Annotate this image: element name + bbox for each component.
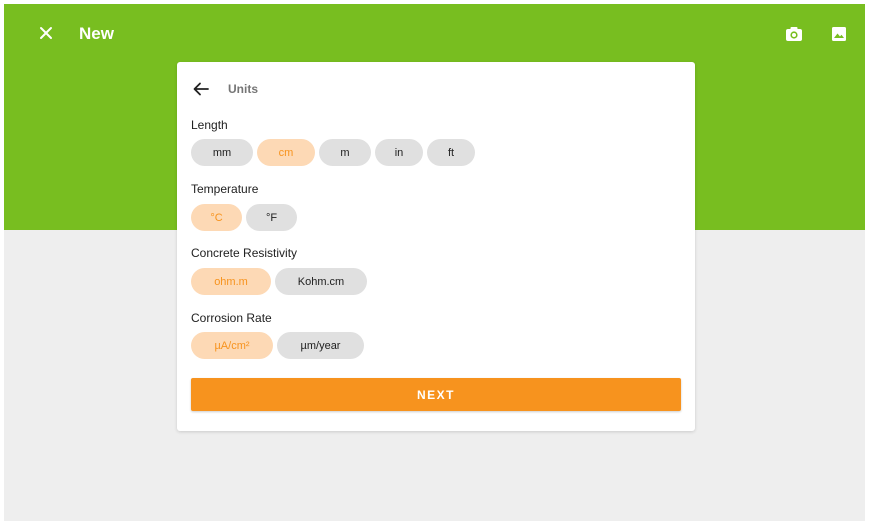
length-option-in[interactable]: in <box>375 139 423 166</box>
temperature-options: °C °F <box>191 204 297 231</box>
camera-icon <box>786 27 802 41</box>
card-title: Units <box>228 82 258 96</box>
camera-button[interactable] <box>784 24 804 44</box>
corrosion-option-ua-cm2[interactable]: µA/cm² <box>191 332 273 359</box>
concrete-resistivity-label: Concrete Resistivity <box>191 246 298 260</box>
back-button[interactable] <box>191 79 211 99</box>
corrosion-option-um-year[interactable]: µm/year <box>277 332 364 359</box>
resistivity-option-ohm-m[interactable]: ohm.m <box>191 268 271 295</box>
length-option-cm[interactable]: cm <box>257 139 315 166</box>
length-option-ft[interactable]: ft <box>427 139 475 166</box>
close-button[interactable] <box>37 24 55 42</box>
corrosion-rate-label: Corrosion Rate <box>191 311 272 325</box>
length-option-mm[interactable]: mm <box>191 139 253 166</box>
arrow-back-icon <box>193 82 209 96</box>
page-title: New <box>79 24 114 43</box>
resistivity-option-kohm-cm[interactable]: Kohm.cm <box>275 268 367 295</box>
next-button[interactable]: NEXT <box>191 378 681 411</box>
temperature-label: Temperature <box>191 182 259 196</box>
gallery-button[interactable] <box>829 24 849 44</box>
corrosion-rate-options: µA/cm² µm/year <box>191 332 364 359</box>
length-label: Length <box>191 118 228 132</box>
image-icon <box>832 27 846 41</box>
temperature-option-fahrenheit[interactable]: °F <box>246 204 297 231</box>
concrete-resistivity-options: ohm.m Kohm.cm <box>191 268 367 295</box>
card-header: Units <box>191 77 258 101</box>
temperature-option-celsius[interactable]: °C <box>191 204 242 231</box>
close-icon <box>40 27 52 39</box>
length-option-m[interactable]: m <box>319 139 371 166</box>
length-options: mm cm m in ft <box>191 139 475 166</box>
units-card: Units Length mm cm m in ft Temperature °… <box>177 62 695 431</box>
app-window: New Units Length mm cm m in ft Temperatu… <box>4 4 865 521</box>
